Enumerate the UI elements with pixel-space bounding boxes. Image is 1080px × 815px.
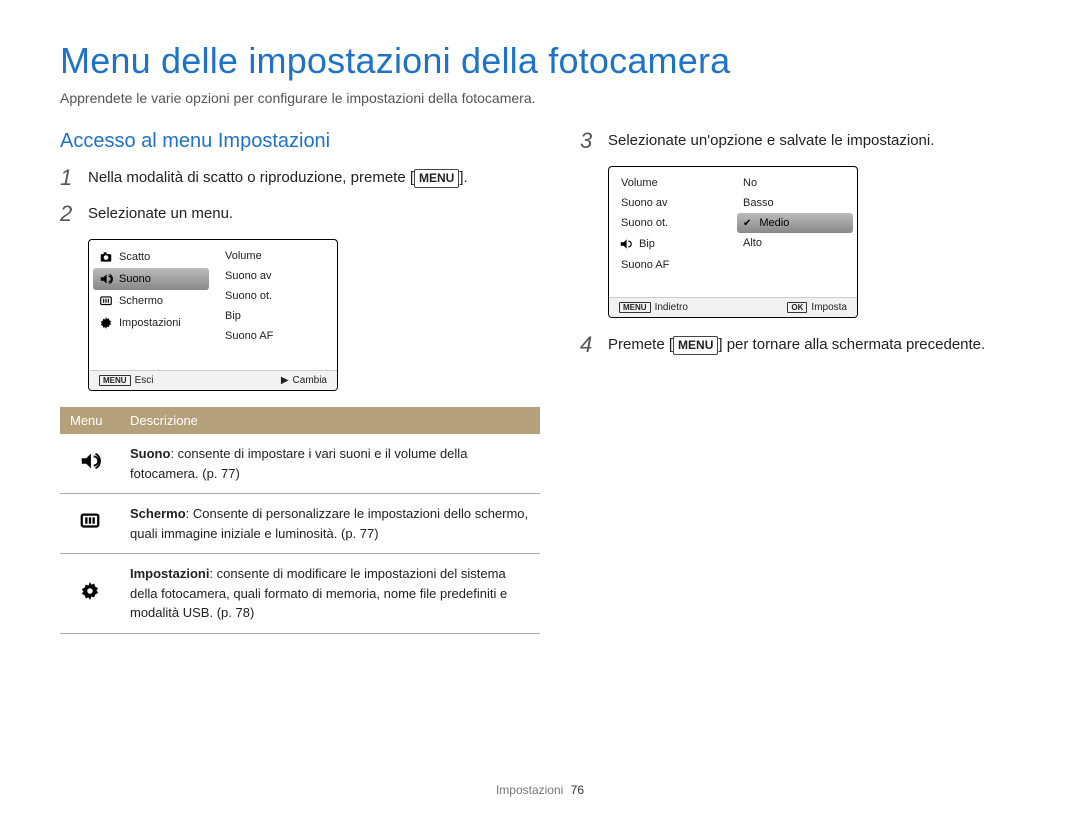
menu-item-scatto: Scatto	[93, 246, 209, 268]
menu-badge-icon: MENU	[99, 375, 131, 386]
ok-badge-icon: OK	[787, 302, 807, 313]
th-menu: Menu	[60, 407, 120, 434]
page-title: Menu delle impostazioni della fotocamera	[60, 40, 1020, 82]
step-1-text-a: Nella modalità di scatto o riproduzione,…	[88, 169, 414, 186]
menu-item-suono: Suono	[93, 268, 209, 290]
step-4-text-a: Premete [	[608, 336, 673, 353]
option-no: No	[737, 173, 853, 193]
step-2: 2 Selezionate un menu.	[60, 203, 540, 225]
submenu-item: Volume	[217, 246, 333, 266]
option-medio: Medio	[737, 213, 853, 233]
row-text: : Consente di personalizzare le impostaz…	[130, 506, 528, 541]
row-label: Suono	[130, 446, 170, 461]
menu-label: Impostazioni	[119, 317, 181, 329]
menu-item-impostazioni: Impostazioni	[93, 312, 209, 334]
display-icon	[99, 294, 113, 308]
step-4: 4 Premete [MENU] per tornare alla scherm…	[580, 334, 1020, 356]
camera-screen-1: Scatto Suono Schermo Impostazioni	[88, 239, 338, 391]
menu-label: Scatto	[119, 251, 150, 263]
submenu-item: Volume	[613, 173, 729, 193]
submenu-item: Suono AF	[613, 255, 729, 275]
display-icon	[79, 520, 101, 535]
menu-badge-icon: MENU	[619, 302, 651, 313]
table-row: Schermo: Consente di personalizzare le i…	[60, 494, 540, 554]
footer-esci: Esci	[135, 375, 154, 386]
table-row: Suono: consente di impostare i vari suon…	[60, 434, 540, 494]
row-label: Schermo	[130, 506, 186, 521]
step-2-text: Selezionate un menu.	[88, 203, 233, 225]
submenu-item: Suono AF	[217, 326, 333, 346]
menu-badge: MENU	[414, 169, 459, 188]
gear-icon	[79, 590, 101, 605]
submenu-item: Suono ot.	[217, 286, 333, 306]
step-number: 4	[580, 334, 598, 356]
option-alto: Alto	[737, 233, 853, 253]
footer-section: Impostazioni	[496, 783, 563, 797]
menu-label: Suono	[119, 273, 151, 285]
row-text: : consente di impostare i vari suoni e i…	[130, 446, 467, 481]
footer-indietro: Indietro	[655, 302, 688, 313]
step-1: 1 Nella modalità di scatto o riproduzion…	[60, 167, 540, 189]
camera-screen-2: Volume Suono av Suono ot. Bip Suono AF N…	[608, 166, 858, 318]
step-4-text-b: ] per tornare alla schermata precedente.	[718, 336, 985, 353]
row-label: Impostazioni	[130, 566, 209, 581]
page-footer: Impostazioni 76	[0, 783, 1080, 797]
gear-icon	[99, 316, 113, 330]
step-number: 1	[60, 167, 78, 189]
speaker-icon	[99, 272, 113, 286]
section-heading: Accesso al menu Impostazioni	[60, 130, 540, 153]
step-number: 3	[580, 130, 598, 152]
submenu-item: Suono ot.	[613, 213, 729, 233]
submenu-item: Bip	[217, 306, 333, 326]
page-number: 76	[571, 783, 584, 797]
submenu-item: Suono av	[613, 193, 729, 213]
submenu-item-bip: Bip	[613, 233, 729, 255]
step-3-text: Selezionate un'opzione e salvate le impo…	[608, 130, 934, 152]
speaker-icon	[79, 460, 101, 475]
description-table: Menu Descrizione Suono: consente di impo…	[60, 407, 540, 634]
step-1-text-b: ].	[459, 169, 467, 186]
menu-item-schermo: Schermo	[93, 290, 209, 312]
footer-cambia: Cambia	[293, 375, 327, 386]
submenu-item: Suono av	[217, 266, 333, 286]
menu-label: Schermo	[119, 295, 163, 307]
option-basso: Basso	[737, 193, 853, 213]
play-icon: ▶	[281, 375, 289, 386]
footer-imposta: Imposta	[811, 302, 847, 313]
table-row: Impostazioni: consente di modificare le …	[60, 554, 540, 634]
th-desc: Descrizione	[120, 407, 540, 434]
step-3: 3 Selezionate un'opzione e salvate le im…	[580, 130, 1020, 152]
intro-text: Apprendete le varie opzioni per configur…	[60, 90, 1020, 106]
speaker-icon	[619, 237, 633, 251]
menu-badge: MENU	[673, 336, 718, 355]
camera-icon	[99, 250, 113, 264]
step-number: 2	[60, 203, 78, 225]
